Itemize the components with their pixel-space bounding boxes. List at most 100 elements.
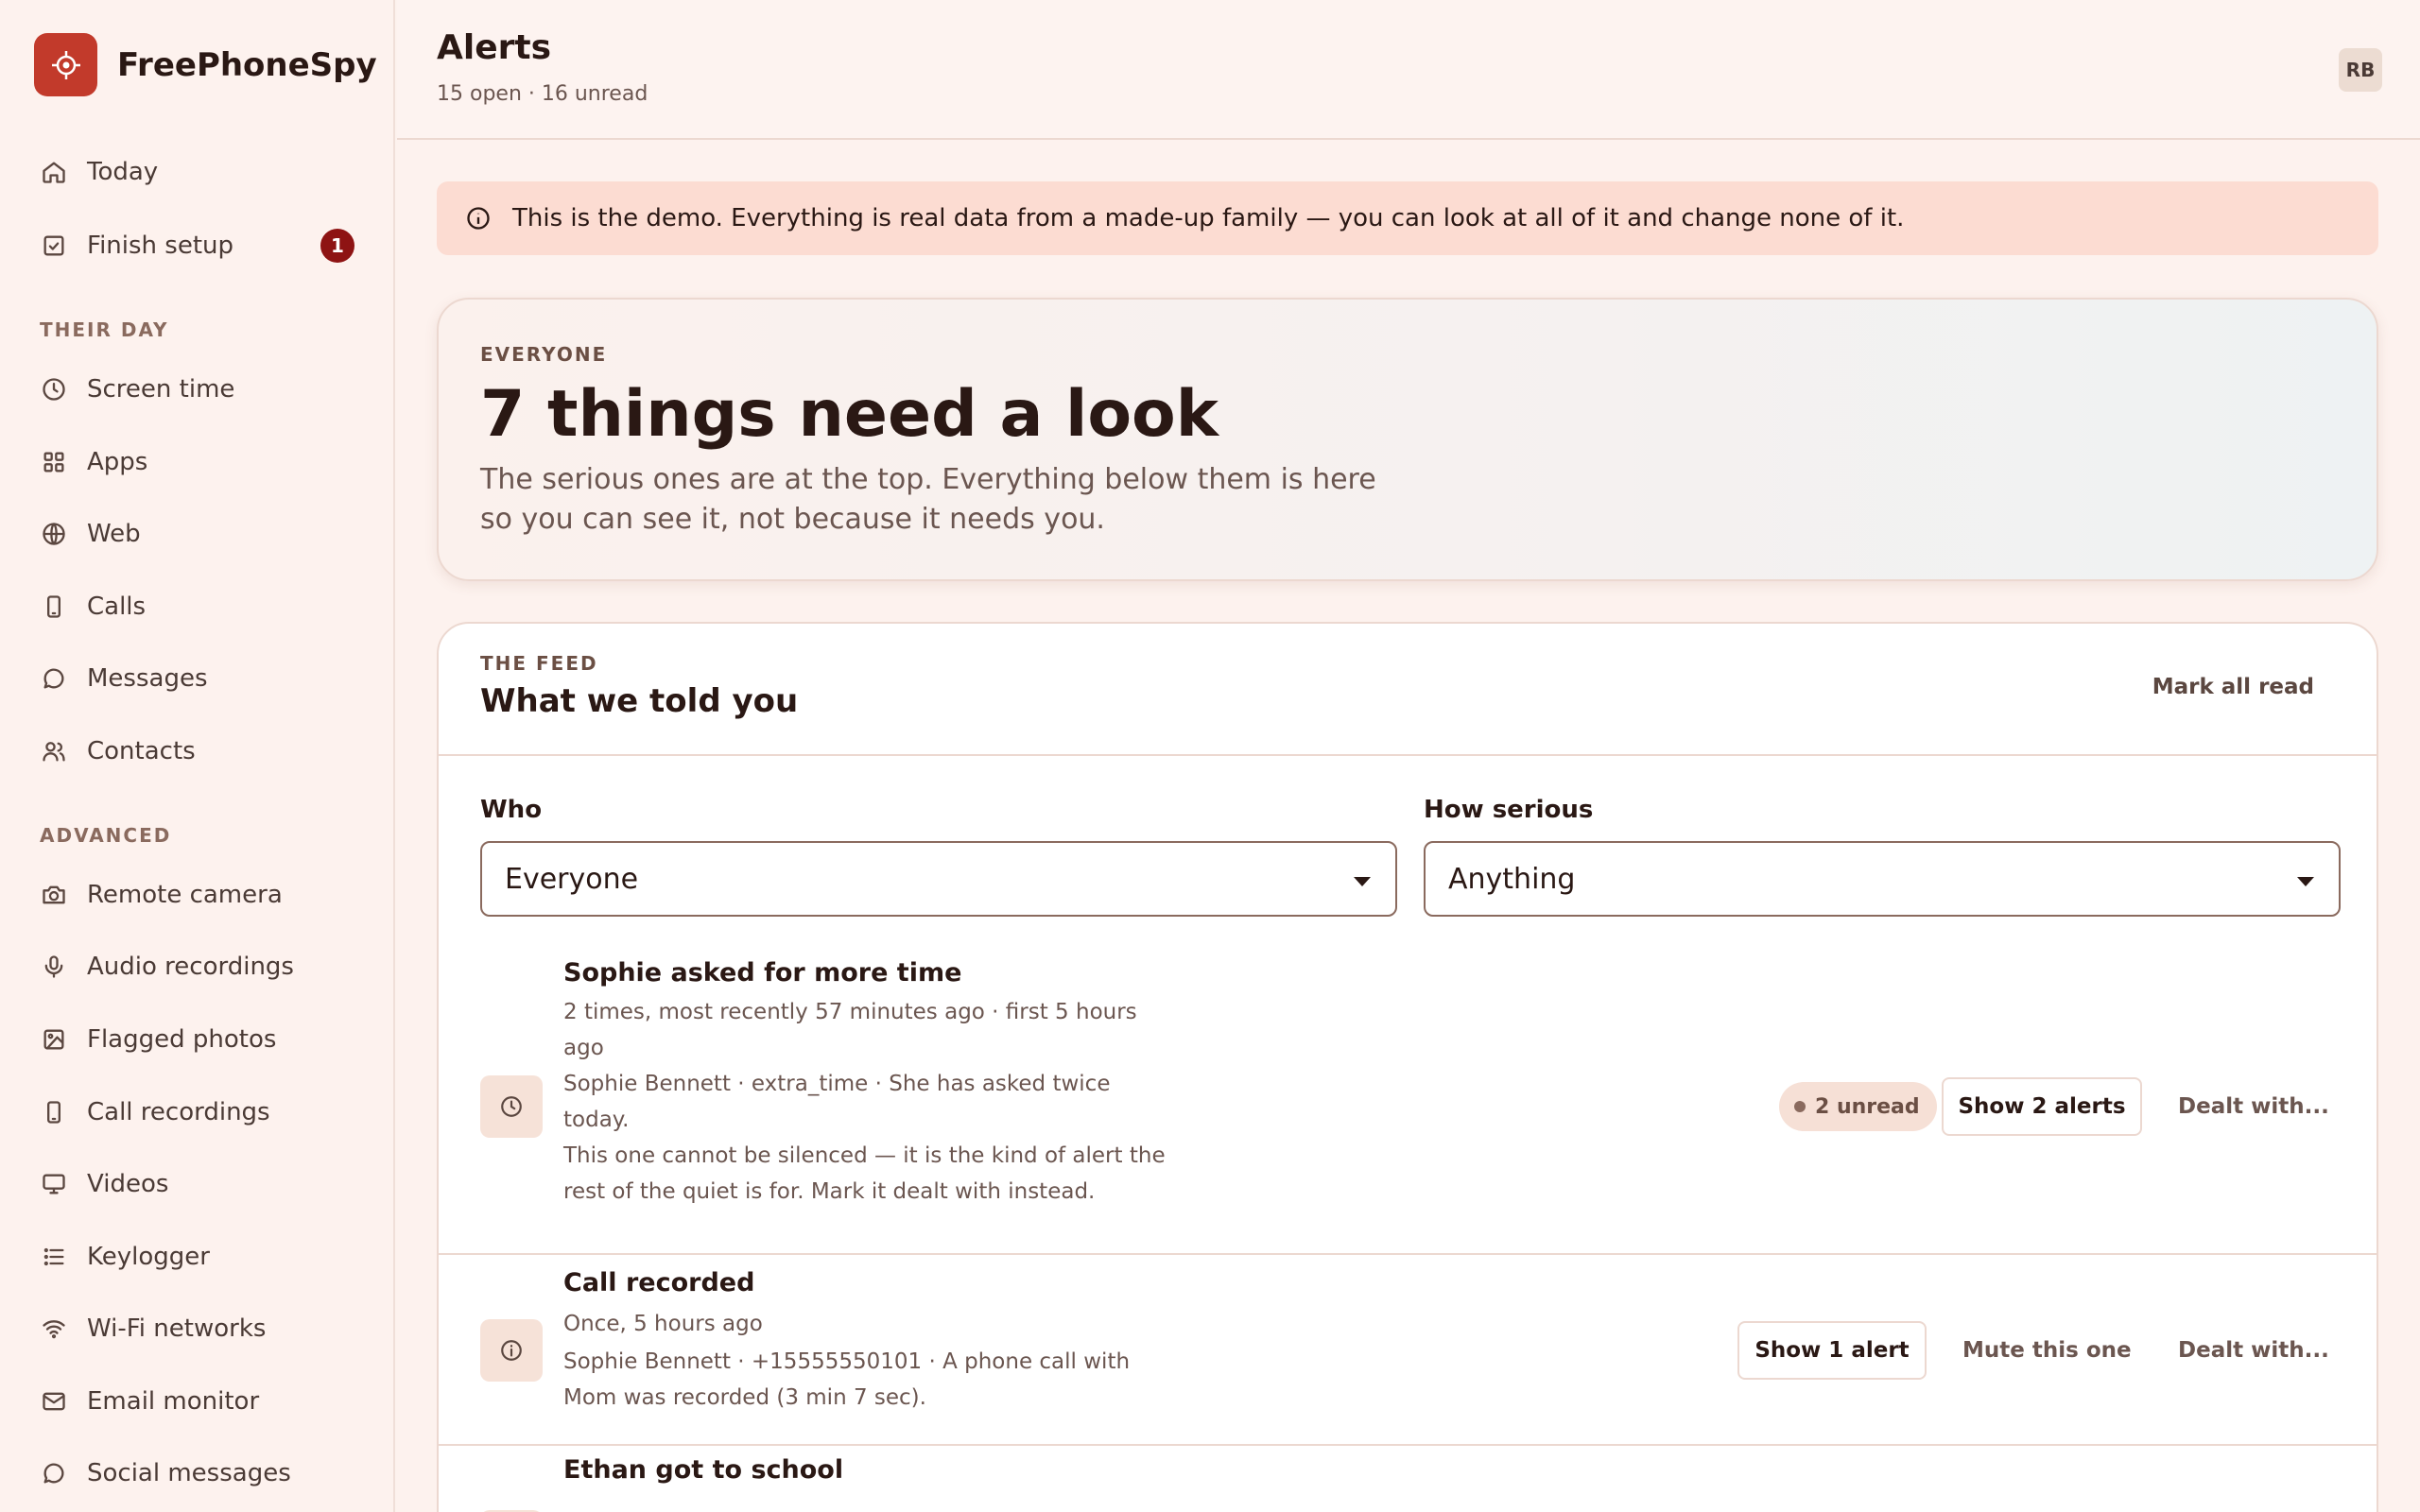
alert-row: Sophie asked for more time 2 times, most… <box>439 945 2377 1228</box>
serious-select-value: Anything <box>1448 862 1576 896</box>
setup-count-badge: 1 <box>320 229 354 263</box>
sidebar-item-label: Screen time <box>87 375 235 404</box>
section-their-day: THEIR DAY <box>40 318 169 341</box>
sidebar-item-flagged-photos[interactable]: Flagged photos <box>38 1015 359 1064</box>
chat-icon <box>38 662 70 695</box>
mail-icon <box>38 1385 70 1418</box>
who-select[interactable]: Everyone <box>480 841 1397 917</box>
demo-banner: This is the demo. Everything is real dat… <box>437 181 2378 255</box>
phone-icon <box>38 1096 70 1128</box>
chevron-down-icon <box>1354 877 1371 886</box>
monitor-icon <box>38 1168 70 1200</box>
demo-banner-text: This is the demo. Everything is real dat… <box>512 204 1905 232</box>
alert-when: Once, 5 hours ago <box>563 1312 763 1336</box>
sidebar-item-call-recordings[interactable]: Call recordings <box>38 1088 359 1137</box>
feed-eyebrow: THE FEED <box>480 652 598 675</box>
dot-icon <box>1794 1101 1806 1112</box>
clock-icon <box>480 1075 543 1138</box>
sidebar-item-label: Messages <box>87 664 208 693</box>
sidebar-item-messages[interactable]: Messages <box>38 654 359 703</box>
serious-filter-label: How serious <box>1424 796 1594 824</box>
users-icon <box>38 735 70 767</box>
avatar[interactable]: RB <box>2339 48 2382 92</box>
summary-description: The serious ones are at the top. Everyth… <box>480 463 1376 536</box>
brand[interactable]: FreePhoneSpy <box>34 33 377 96</box>
list-icon <box>38 1241 70 1273</box>
sidebar-item-remote-camera[interactable]: Remote camera <box>38 870 359 919</box>
alert-title: Sophie asked for more time <box>563 958 962 988</box>
page-title: Alerts <box>437 28 552 67</box>
alert-row: Ethan got to school <box>439 1446 2377 1512</box>
image-icon <box>38 1023 70 1056</box>
sidebar-item-label: Call recordings <box>87 1098 270 1126</box>
sidebar-item-videos[interactable]: Videos <box>38 1160 359 1209</box>
page-header: Alerts 15 open · 16 unread RB <box>397 0 2420 140</box>
checkbox-icon <box>38 230 70 262</box>
brand-name: FreePhoneSpy <box>117 45 377 84</box>
who-select-value: Everyone <box>505 862 639 896</box>
dealt-with-button[interactable]: Dealt with... <box>2178 1094 2329 1119</box>
mark-all-read-button[interactable]: Mark all read <box>2152 675 2314 699</box>
section-advanced: ADVANCED <box>40 824 172 847</box>
summary-title: 7 things need a look <box>480 377 1219 452</box>
alert-title: Call recorded <box>563 1268 755 1297</box>
sidebar-item-email-monitor[interactable]: Email monitor <box>38 1377 359 1426</box>
grid-icon <box>38 446 70 478</box>
sidebar: FreePhoneSpy Today Finish setup 1 THEIR … <box>0 0 395 1512</box>
sidebar-item-label: Videos <box>87 1170 169 1198</box>
info-icon <box>480 1319 543 1382</box>
who-filter-label: Who <box>480 796 543 824</box>
info-icon <box>467 207 490 230</box>
clock-icon <box>38 373 70 405</box>
globe-icon <box>38 518 70 550</box>
sidebar-item-apps[interactable]: Apps <box>38 438 359 487</box>
sidebar-item-label: Today <box>87 158 159 186</box>
divider <box>439 754 2377 756</box>
page-subtitle: 15 open · 16 unread <box>437 82 648 106</box>
wifi-icon <box>38 1313 70 1345</box>
sidebar-item-finish-setup[interactable]: Finish setup 1 <box>38 221 359 270</box>
dealt-with-button[interactable]: Dealt with... <box>2178 1338 2329 1363</box>
chat-icon <box>38 1457 70 1489</box>
mute-button[interactable]: Mute this one <box>1962 1338 2132 1363</box>
target-icon <box>34 33 97 96</box>
sidebar-item-today[interactable]: Today <box>38 147 359 197</box>
sidebar-item-contacts[interactable]: Contacts <box>38 727 359 776</box>
sidebar-item-web[interactable]: Web <box>38 509 359 558</box>
sidebar-item-label: Remote camera <box>87 881 283 909</box>
sidebar-item-label: Calls <box>87 593 147 621</box>
alert-detail: Sophie Bennett · extra_time · She has as… <box>563 1072 1111 1132</box>
sidebar-item-social-messages[interactable]: Social messages <box>38 1449 359 1498</box>
serious-select[interactable]: Anything <box>1424 841 2341 917</box>
alert-note: This one cannot be silenced — it is the … <box>563 1143 1166 1204</box>
alert-detail: Sophie Bennett · +15555550101 · A phone … <box>563 1349 1131 1410</box>
sidebar-item-label: Apps <box>87 448 148 476</box>
sidebar-item-label: Social messages <box>87 1459 291 1487</box>
unread-badge: 2 unread <box>1779 1082 1937 1131</box>
unread-count: 2 unread <box>1815 1094 1920 1119</box>
sidebar-item-calls[interactable]: Calls <box>38 582 359 631</box>
sidebar-item-wifi-networks[interactable]: Wi-Fi networks <box>38 1304 359 1353</box>
show-alert-button[interactable]: Show 1 alert <box>1737 1321 1927 1380</box>
sidebar-item-screen-time[interactable]: Screen time <box>38 365 359 414</box>
sidebar-item-keylogger[interactable]: Keylogger <box>38 1232 359 1281</box>
sidebar-item-audio-recordings[interactable]: Audio recordings <box>38 942 359 991</box>
alert-when: 2 times, most recently 57 minutes ago · … <box>563 1000 1137 1060</box>
sidebar-item-label: Contacts <box>87 737 196 765</box>
sidebar-item-label: Email monitor <box>87 1387 260 1416</box>
show-alerts-button[interactable]: Show 2 alerts <box>1942 1077 2142 1136</box>
feed-title: What we told you <box>480 682 799 720</box>
summary-eyebrow: EVERYONE <box>480 343 608 366</box>
home-icon <box>38 156 70 188</box>
microphone-icon <box>38 951 70 983</box>
camera-icon <box>38 879 70 911</box>
sidebar-item-label: Wi-Fi networks <box>87 1314 267 1343</box>
summary-card: EVERYONE 7 things need a look The seriou… <box>437 298 2378 581</box>
phone-icon <box>38 591 70 623</box>
sidebar-item-label: Audio recordings <box>87 953 294 981</box>
sidebar-item-label: Web <box>87 520 141 548</box>
sidebar-item-label: Flagged photos <box>87 1025 277 1054</box>
sidebar-item-label: Finish setup <box>87 232 233 260</box>
alert-feed: THE FEED What we told you Mark all read … <box>437 622 2378 1512</box>
alert-row: Call recorded Once, 5 hours ago Sophie B… <box>439 1255 2377 1444</box>
